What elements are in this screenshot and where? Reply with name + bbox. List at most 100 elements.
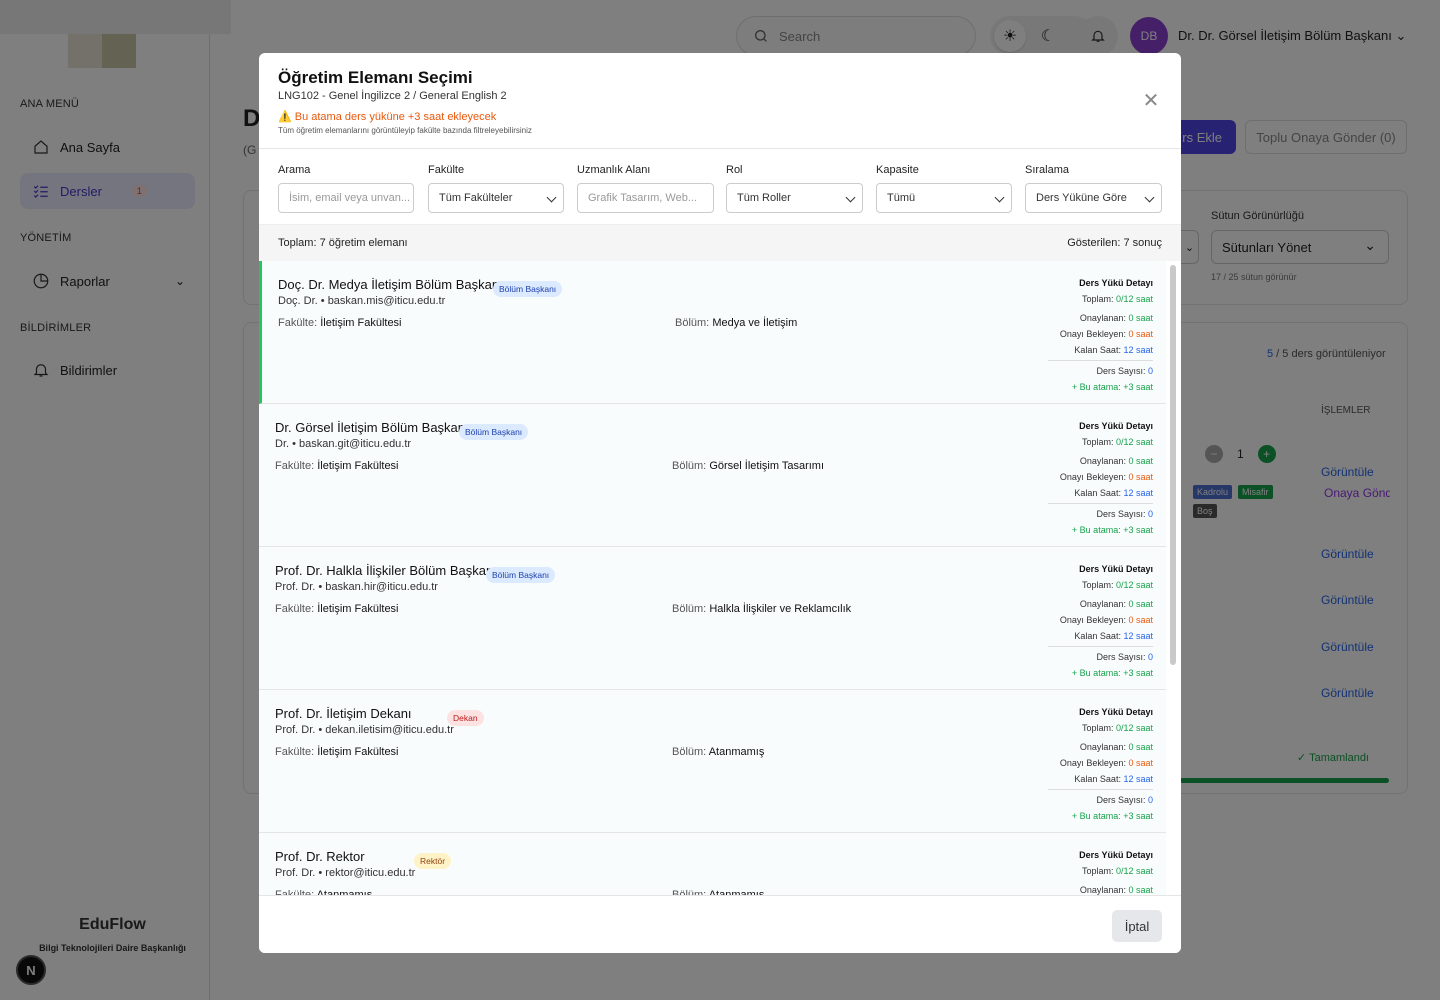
total-label: Toplam:: [1081, 723, 1114, 733]
load-detail: Ders Yükü Detayı Toplam: 0/12 saat Onaylan…: [1033, 847, 1153, 895]
load-course-count: Ders Sayısı: 0: [1033, 792, 1153, 808]
load-course-count: Ders Sayısı: 0: [1033, 649, 1153, 665]
approved-value: 0 saat: [1128, 456, 1153, 466]
remaining-label: Kalan Saat:: [1074, 345, 1121, 355]
instructor-name: Prof. Dr. Halkla İlişkiler Bölüm Başkanı: [275, 563, 497, 578]
load-remaining: Kalan Saat: 12 saat: [1033, 485, 1153, 501]
assignment-value: +3 saat: [1123, 668, 1153, 678]
modal-note: Tüm öğretim elemanlarını görüntüleyip fa…: [278, 126, 532, 135]
instructor-email: Dr. • baskan.git@iticu.edu.tr: [275, 438, 412, 450]
load-approved: Onaylanan: 0 saat: [1033, 882, 1153, 895]
filter-label: Fakülte: [428, 164, 465, 176]
instructor-card[interactable]: Doç. Dr. Medya İletişim Bölüm Başkanı Böl…: [259, 261, 1166, 404]
pending-label: Onayı Bekleyen:: [1059, 472, 1126, 482]
filter-label: Arama: [278, 164, 311, 176]
modal-header: Öğretim Elemanı Seçimi LNG102 - Genel İn…: [259, 53, 1181, 149]
instructor-card[interactable]: Dr. Görsel İletişim Bölüm Başkanı Bölüm B…: [259, 404, 1166, 547]
load-approved: Onaylanan: 0 saat: [1033, 310, 1153, 326]
course-count-value: 0: [1147, 795, 1153, 805]
faculty-value: İletişim Fakültesi: [320, 317, 402, 329]
remaining-value: 12 saat: [1123, 631, 1153, 641]
total-label: Toplam:: [1081, 294, 1114, 304]
load-title: Ders Yükü Detayı: [1079, 278, 1153, 288]
load-this-assignment: + Bu atama: +3 saat: [1033, 808, 1153, 824]
assignment-value: +3 saat: [1123, 525, 1153, 535]
course-count-label: Ders Sayısı:: [1096, 652, 1146, 662]
remaining-label: Kalan Saat:: [1074, 774, 1121, 784]
pending-value: 0 saat: [1128, 329, 1153, 339]
instructor-card[interactable]: Prof. Dr. İletişim Dekanı Dekan Prof. Dr. …: [259, 690, 1166, 833]
load-approved: Onaylanan: 0 saat: [1033, 739, 1153, 755]
department-value: Atanmamış: [708, 746, 765, 758]
course-count-label: Ders Sayısı:: [1096, 795, 1146, 805]
total-label: Toplam:: [1081, 866, 1114, 876]
pending-value: 0 saat: [1128, 758, 1153, 768]
load-pending: Onayı Bekleyen: 0 saat: [1033, 755, 1153, 771]
filter-faculty: Fakülte Tüm Fakülteler: [428, 164, 564, 213]
load-this-assignment: + Bu atama: +3 saat: [1033, 379, 1153, 395]
sort-select[interactable]: Ders Yüküne Göre: [1025, 183, 1162, 213]
results-summary: Toplam: 7 öğretim elemanı Gösterilen: 7 …: [259, 225, 1181, 261]
department-label: Bölüm:: [672, 746, 707, 758]
course-count-label: Ders Sayısı:: [1096, 509, 1146, 519]
pending-value: 0 saat: [1128, 615, 1153, 625]
pending-label: Onayı Bekleyen:: [1059, 758, 1126, 768]
load-title: Ders Yükü Detayı: [1079, 850, 1153, 860]
modal-subtitle: LNG102 - Genel İngilizce 2 / General Eng…: [278, 90, 507, 102]
load-this-assignment: + Bu atama: +3 saat: [1033, 522, 1153, 538]
role-badge: Bölüm Başkanı: [486, 567, 556, 583]
search-input[interactable]: İsim, email veya unvan...: [278, 183, 414, 213]
load-pending: Onayı Bekleyen: 0 saat: [1033, 326, 1153, 342]
total-label: Toplam:: [1081, 437, 1114, 447]
instructor-card[interactable]: Prof. Dr. Halkla İlişkiler Bölüm Başkanı…: [259, 547, 1166, 690]
course-count-value: 0: [1147, 652, 1153, 662]
load-pending: Onayı Bekleyen: 0 saat: [1033, 612, 1153, 628]
instructor-email: Doç. Dr. • baskan.mis@iticu.edu.tr: [278, 295, 446, 307]
filter-label: Uzmanlık Alanı: [577, 164, 651, 176]
instructor-faculty: Fakülte: İletişim Fakültesi: [275, 603, 399, 615]
instructor-department: Bölüm: Atanmamış: [672, 746, 764, 758]
assignment-label: + Bu atama:: [1071, 811, 1121, 821]
instructor-faculty: Fakülte: İletişim Fakültesi: [275, 460, 399, 472]
instructor-list: Doç. Dr. Medya İletişim Bölüm Başkanı Böl…: [259, 261, 1166, 895]
role-select[interactable]: Tüm Roller: [726, 183, 863, 213]
remaining-label: Kalan Saat:: [1074, 488, 1121, 498]
approved-label: Onaylanan:: [1079, 456, 1126, 466]
scrollbar[interactable]: [1170, 265, 1176, 665]
capacity-select[interactable]: Tümü: [876, 183, 1012, 213]
filter-search: Arama İsim, email veya unvan...: [278, 164, 414, 213]
load-total: Toplam: 0/12 saat: [1033, 720, 1153, 736]
faculty-value: İletişim Fakültesi: [317, 460, 399, 472]
total-count: Toplam: 7 öğretim elemanı: [278, 237, 408, 249]
instructor-faculty: Fakülte: İletişim Fakültesi: [275, 746, 399, 758]
total-value: 0/12 saat: [1115, 294, 1153, 304]
pending-value: 0 saat: [1128, 472, 1153, 482]
load-pending: Onayı Bekleyen: 0 saat: [1033, 469, 1153, 485]
role-badge: Bölüm Başkanı: [459, 424, 529, 440]
load-detail: Ders Yükü Detayı Toplam: 0/12 saat Onaylan…: [1033, 704, 1153, 824]
load-approved: Onaylanan: 0 saat: [1033, 453, 1153, 469]
approved-label: Onaylanan:: [1079, 313, 1126, 323]
filter-sort: Sıralama Ders Yüküne Göre: [1025, 164, 1162, 213]
instructor-name: Dr. Görsel İletişim Bölüm Başkanı: [275, 420, 469, 435]
instructor-email: Prof. Dr. • rektor@iticu.edu.tr: [275, 867, 416, 879]
filters-bar: Arama İsim, email veya unvan... Fakülte …: [259, 149, 1181, 225]
expertise-input[interactable]: Grafik Tasarım, Web...: [577, 183, 714, 213]
total-value: 0/12 saat: [1115, 723, 1153, 733]
faculty-select[interactable]: Tüm Fakülteler: [428, 183, 564, 213]
faculty-label: Fakülte:: [275, 603, 315, 615]
instructor-faculty: Fakülte: İletişim Fakültesi: [278, 317, 402, 329]
course-count-label: Ders Sayısı:: [1096, 366, 1146, 376]
approved-label: Onaylanan:: [1079, 599, 1126, 609]
instructor-card[interactable]: Prof. Dr. Rektor Rektör Prof. Dr. • rektor…: [259, 833, 1166, 895]
filter-expertise: Uzmanlık Alanı Grafik Tasarım, Web...: [577, 164, 714, 213]
filter-capacity: Kapasite Tümü: [876, 164, 1012, 213]
load-total: Toplam: 0/12 saat: [1033, 434, 1153, 450]
approved-value: 0 saat: [1128, 599, 1153, 609]
cancel-button[interactable]: İptal: [1112, 910, 1162, 942]
instructor-department: Bölüm: Halkla İlişkiler ve Reklamcılık: [672, 603, 851, 615]
department-label: Bölüm:: [675, 317, 710, 329]
load-course-count: Ders Sayısı: 0: [1033, 506, 1153, 522]
instructor-name: Doç. Dr. Medya İletişim Bölüm Başkanı: [278, 277, 503, 292]
close-icon[interactable]: ✕: [1141, 91, 1161, 111]
